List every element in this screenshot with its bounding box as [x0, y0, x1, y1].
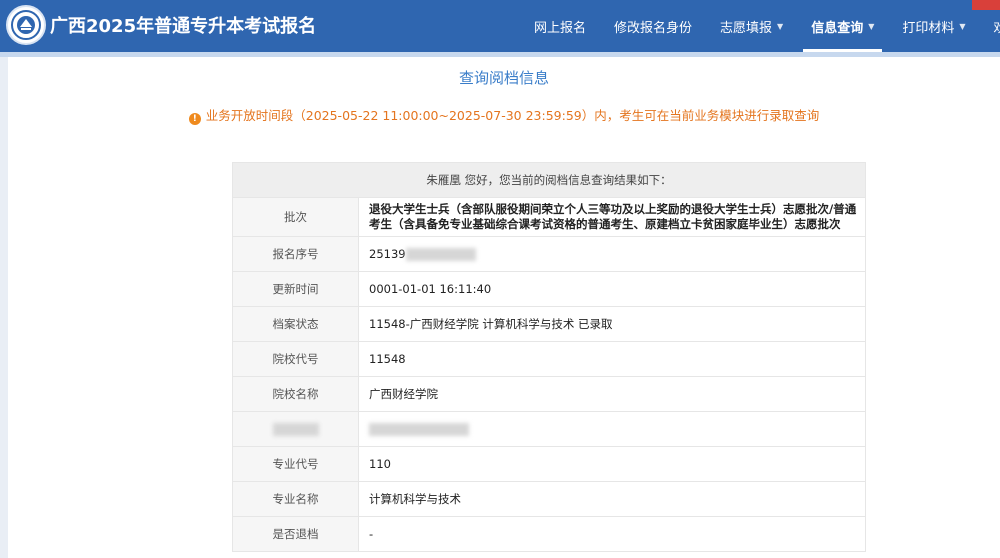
registration-number-prefix: 25139 [369, 247, 406, 261]
table-row: 批次 退役大学生士兵（含部队服役期间荣立个人三等功及以上奖励的退役大学生士兵）志… [232, 197, 866, 237]
row-label: 是否退档 [232, 516, 359, 552]
table-row: 是否退档 - [232, 516, 866, 552]
row-value: 0001-01-01 16:11:40 [358, 271, 866, 307]
row-value: 退役大学生士兵（含部队服役期间荣立个人三等功及以上奖励的退役大学生士兵）志愿批次… [358, 197, 866, 237]
result-heading: 朱雁凰 您好，您当前的阅档信息查询结果如下： [232, 162, 866, 198]
row-label [232, 411, 359, 447]
table-row-redacted [232, 411, 866, 447]
row-value: 25139 [358, 236, 866, 272]
emblem-icon [11, 10, 41, 40]
nav-application-choices[interactable]: 志愿填报 ▼ [706, 0, 797, 52]
row-value: 110 [358, 446, 866, 482]
nav-label: 打印材料 [902, 20, 955, 36]
notice-text: 业务开放时间段（2025-05-22 11:00:00~2025-07-30 2… [205, 108, 820, 123]
row-label: 专业名称 [232, 481, 359, 517]
page-title: 查询阅档信息 [458, 69, 549, 87]
table-row: 档案状态 11548-广西财经学院 计算机科学与技术 已录取 [232, 306, 866, 342]
nav-change-identity[interactable]: 修改报名身份 [600, 0, 706, 52]
business-hours-notice: ! 业务开放时间段（2025-05-22 11:00:00~2025-07-30 … [8, 105, 1000, 125]
row-value: - [358, 516, 866, 552]
site-logo[interactable] [6, 5, 46, 45]
nav-label: 欢 [994, 17, 1000, 36]
row-label: 档案状态 [232, 306, 359, 342]
nav-print-materials[interactable]: 打印材料 ▼ [888, 0, 979, 52]
top-header: 广西2025年普通专升本考试报名 网上报名 修改报名身份 志愿填报 ▼ 信息查询… [0, 0, 1000, 52]
table-row: 报名序号 25139 [232, 236, 866, 272]
nav-info-query[interactable]: 信息查询 ▼ [797, 0, 888, 52]
row-value: 11548 [358, 341, 866, 377]
table-header-row: 朱雁凰 您好，您当前的阅档信息查询结果如下： [232, 162, 866, 198]
nav-label: 信息查询 [811, 20, 864, 36]
row-label: 批次 [232, 197, 359, 237]
result-table: 朱雁凰 您好，您当前的阅档信息查询结果如下： 批次 退役大学生士兵（含部队服役期… [232, 162, 866, 552]
chevron-down-icon: ▼ [868, 21, 875, 31]
row-value: 计算机科学与技术 [358, 481, 866, 517]
corner-badge [972, 0, 1000, 10]
table-row: 专业代号 110 [232, 446, 866, 482]
nav-online-registration[interactable]: 网上报名 [520, 0, 600, 52]
redacted-value [405, 248, 476, 261]
row-label: 报名序号 [232, 236, 359, 272]
row-label: 院校代号 [232, 341, 359, 377]
row-value [358, 411, 866, 447]
redacted-value [369, 423, 469, 436]
main-nav: 网上报名 修改报名身份 志愿填报 ▼ 信息查询 ▼ 打印材料 ▼ 欢 [520, 0, 1000, 52]
table-row: 院校代号 11548 [232, 341, 866, 377]
nav-label: 志愿填报 [720, 20, 773, 36]
chevron-down-icon: ▼ [959, 21, 966, 31]
row-label: 更新时间 [232, 271, 359, 307]
nav-label: 修改报名身份 [614, 20, 693, 36]
row-label: 院校名称 [232, 376, 359, 412]
redacted-label [272, 423, 319, 436]
table-row: 院校名称 广西财经学院 [232, 376, 866, 412]
row-value: 11548-广西财经学院 计算机科学与技术 已录取 [358, 306, 866, 342]
main-content: 查询阅档信息 ! 业务开放时间段（2025-05-22 11:00:00~2025… [8, 57, 1000, 558]
table-row: 专业名称 计算机科学与技术 [232, 481, 866, 517]
table-row: 更新时间 0001-01-01 16:11:40 [232, 271, 866, 307]
nav-label: 网上报名 [534, 20, 587, 36]
warning-icon: ! [188, 113, 201, 125]
site-title: 广西2025年普通专升本考试报名 [50, 16, 317, 37]
chevron-down-icon: ▼ [777, 21, 784, 31]
row-value: 广西财经学院 [358, 376, 866, 412]
row-label: 专业代号 [232, 446, 359, 482]
